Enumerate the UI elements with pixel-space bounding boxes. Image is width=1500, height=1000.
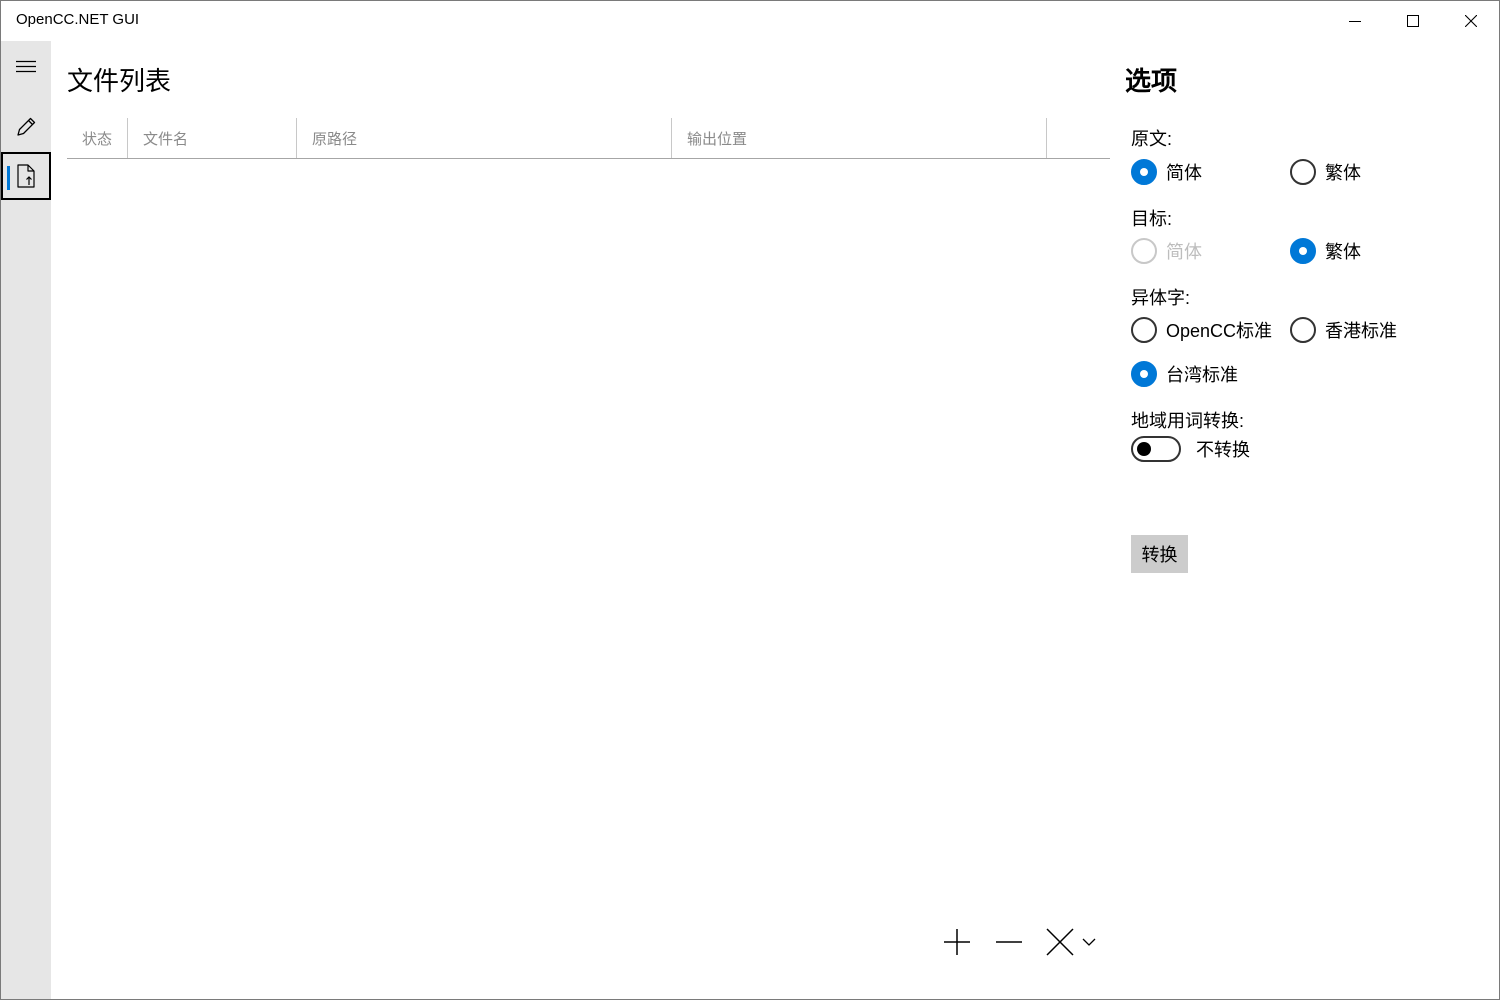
nav-item-file-list[interactable]	[1, 152, 51, 200]
source-simplified-radio[interactable]: 简体	[1131, 157, 1202, 187]
radio-label: 香港标准	[1325, 321, 1397, 341]
source-traditional-radio[interactable]: 繁体	[1290, 157, 1361, 187]
window-title: OpenCC.NET GUI	[16, 11, 140, 28]
toggle-state-label: 不转换	[1196, 440, 1250, 460]
navigation-rail	[1, 41, 51, 999]
minimize-icon	[1349, 21, 1361, 22]
hamburger-menu-icon	[16, 60, 36, 73]
maximize-button[interactable]	[1385, 1, 1441, 41]
radio-circle	[1131, 317, 1157, 343]
app-window: OpenCC.NET GUI 文件列表 状态 文件名 原路径 输出位置 选项 原…	[0, 0, 1500, 1000]
target-traditional-radio[interactable]: 繁体	[1290, 236, 1361, 266]
clear-files-split-button[interactable]	[1039, 919, 1103, 965]
radio-label: 简体	[1166, 242, 1202, 262]
variant-opencc-radio[interactable]: OpenCC标准	[1131, 315, 1272, 345]
close-button[interactable]	[1443, 1, 1499, 41]
options-title: 选项	[1125, 66, 1178, 96]
selection-indicator	[7, 166, 10, 190]
maximize-icon	[1407, 15, 1419, 27]
close-icon	[1465, 15, 1477, 27]
column-header-filename[interactable]: 文件名	[128, 118, 296, 158]
remove-file-button[interactable]	[987, 919, 1031, 965]
nav-item-text-edit[interactable]	[1, 103, 51, 151]
column-header-output-location[interactable]: 输出位置	[672, 118, 1046, 158]
toggle-track[interactable]	[1131, 436, 1181, 462]
x-icon	[1046, 928, 1074, 956]
file-upload-icon	[17, 164, 35, 188]
minimize-button[interactable]	[1327, 1, 1383, 41]
source-label: 原文:	[1131, 129, 1173, 149]
region-conversion-label: 地域用词转换:	[1131, 411, 1245, 431]
nav-menu-button[interactable]	[1, 43, 51, 91]
radio-circle	[1131, 159, 1157, 185]
radio-circle	[1290, 238, 1316, 264]
file-list-title: 文件列表	[67, 66, 172, 96]
radio-circle	[1290, 317, 1316, 343]
column-separator[interactable]	[1046, 118, 1047, 158]
radio-label: OpenCC标准	[1166, 321, 1273, 341]
title-bar: OpenCC.NET GUI	[1, 1, 1499, 41]
plus-icon	[944, 929, 970, 955]
file-table-body[interactable]	[67, 159, 1110, 899]
radio-circle	[1131, 238, 1157, 264]
convert-button[interactable]: 转换	[1131, 535, 1188, 573]
variant-taiwan-radio[interactable]: 台湾标准	[1131, 359, 1238, 389]
radio-circle	[1290, 159, 1316, 185]
pencil-icon	[17, 117, 36, 136]
chevron-down-icon[interactable]	[1082, 937, 1096, 947]
column-header-source-path[interactable]: 原路径	[297, 118, 671, 158]
radio-circle	[1131, 361, 1157, 387]
target-label: 目标:	[1131, 209, 1173, 229]
radio-label: 简体	[1166, 163, 1202, 183]
column-header-status[interactable]: 状态	[67, 118, 127, 158]
radio-label: 台湾标准	[1166, 365, 1238, 385]
region-conversion-toggle[interactable]: 不转换	[1131, 435, 1250, 463]
add-file-button[interactable]	[935, 919, 979, 965]
file-table-header: 状态 文件名 原路径 输出位置	[67, 118, 1110, 159]
variant-label: 异体字:	[1131, 288, 1191, 308]
radio-label: 繁体	[1325, 163, 1361, 183]
minus-icon	[996, 941, 1022, 943]
variant-hongkong-radio[interactable]: 香港标准	[1290, 315, 1397, 345]
radio-label: 繁体	[1325, 242, 1361, 262]
target-simplified-radio: 简体	[1131, 236, 1202, 266]
toggle-knob	[1137, 442, 1151, 456]
